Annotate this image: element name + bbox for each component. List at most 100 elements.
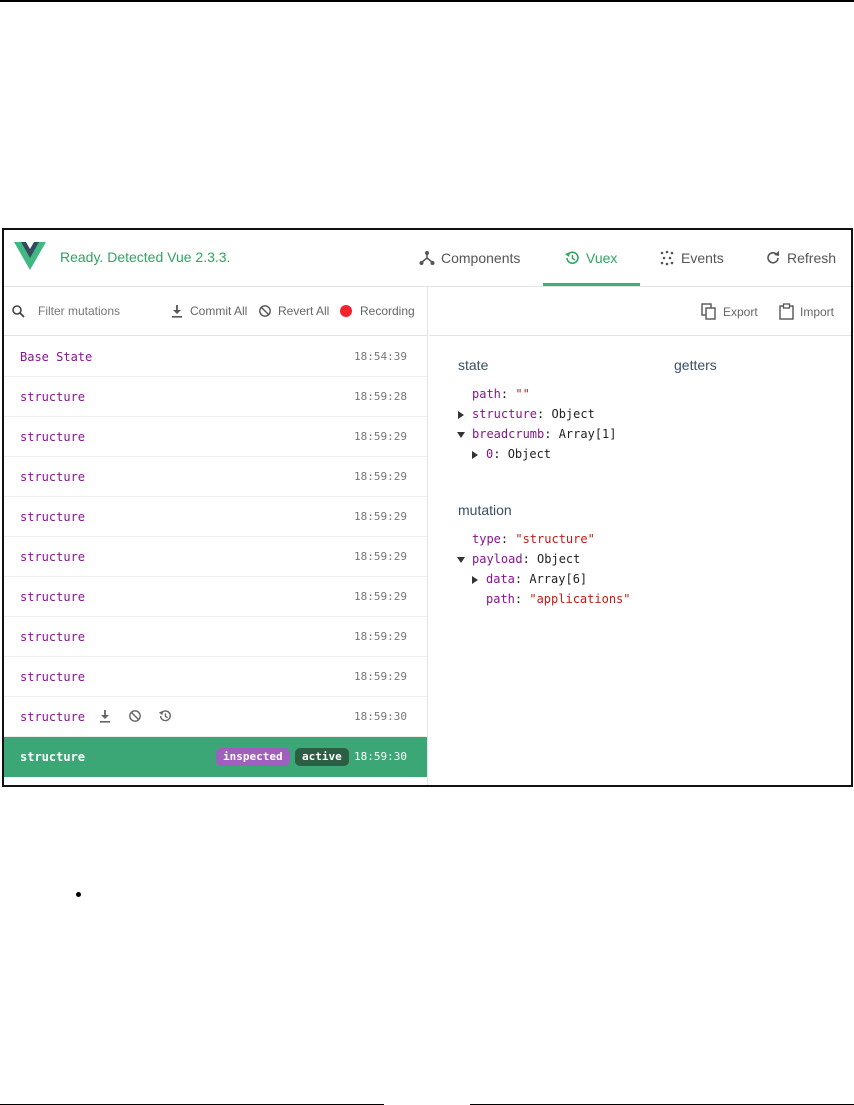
state-structure-entry[interactable]: structure: Object [472, 407, 595, 423]
vue-devtools-panel: Ready. Detected Vue 2.3.3. Components Vu… [2, 228, 853, 787]
import-button[interactable]: Import [779, 303, 834, 320]
active-tab-indicator [543, 283, 640, 286]
mutation-name: structure [20, 390, 86, 404]
bullet-point [76, 892, 81, 897]
export-label: Export [723, 304, 758, 319]
state-breadcrumb-key: breadcrumb [472, 427, 545, 441]
state-structure-key: structure [472, 407, 538, 421]
mutation-row[interactable]: structure 18:59:29 [4, 577, 427, 617]
mutation-name: structure [20, 750, 86, 764]
search-icon [12, 305, 25, 318]
devtools-header: Ready. Detected Vue 2.3.3. Components Vu… [4, 230, 851, 287]
mutation-time: 18:59:30 [354, 750, 407, 763]
inspected-badge: inspected [216, 748, 290, 766]
vue-logo-icon [14, 242, 46, 270]
mutation-type-key: type [472, 532, 501, 546]
mutation-path-entry: path: "applications" [486, 592, 631, 606]
mutation-row-actions [98, 709, 174, 725]
mutation-row[interactable]: structure 18:59:29 [4, 497, 427, 537]
mutation-name: structure [20, 630, 86, 644]
mutation-name: structure [20, 710, 86, 724]
expand-arrow-icon[interactable] [472, 576, 478, 584]
state-breadcrumb-item-entry[interactable]: 0: Object [486, 447, 551, 463]
tab-events-label: Events [681, 250, 724, 266]
tab-components[interactable]: Components [419, 230, 520, 286]
filter-mutations-input[interactable] [38, 302, 162, 320]
mutation-list-pane: Commit All Revert All Recording Base Sta… [4, 287, 428, 785]
mutation-name: structure [20, 510, 86, 524]
time-travel-history-icon[interactable] [158, 709, 174, 725]
mutation-time: 18:59:29 [354, 510, 407, 523]
mutation-name: structure [20, 470, 86, 484]
mutation-row[interactable]: structure 18:59:29 [4, 537, 427, 577]
mutation-time: 18:59:29 [354, 590, 407, 603]
mutation-row-selected[interactable]: structure inspected active 18:59:30 [4, 737, 427, 777]
mutation-name: Base State [20, 350, 93, 364]
tab-vuex[interactable]: Vuex [564, 230, 617, 286]
revert-block-icon[interactable] [128, 709, 144, 725]
expand-arrow-icon[interactable] [458, 411, 464, 419]
export-button[interactable]: Export [701, 303, 758, 320]
clipboard-icon [779, 303, 794, 320]
state-path-key: path [472, 387, 501, 401]
mutation-type-entry: type: "structure" [472, 532, 595, 546]
expand-arrow-icon[interactable] [472, 451, 478, 459]
state-section-title: state [458, 357, 489, 373]
collapse-arrow-icon[interactable] [457, 557, 465, 563]
revert-all-button[interactable]: Revert All [258, 303, 329, 319]
recording-toggle[interactable]: Recording [340, 303, 415, 319]
mutation-section-title: mutation [458, 502, 512, 518]
import-label: Import [800, 304, 835, 319]
mutation-toolbar: Commit All Revert All Recording [4, 287, 427, 336]
mutation-name: structure [20, 430, 86, 444]
mutation-row[interactable]: Base State 18:54:39 [4, 337, 427, 377]
refresh-label: Refresh [787, 250, 837, 266]
mutation-payload-value: Object [537, 552, 581, 566]
state-breadcrumb-entry[interactable]: breadcrumb: Array[1] [472, 427, 617, 443]
mutation-time: 18:59:29 [354, 470, 407, 483]
mutation-row[interactable]: structure 18:59:29 [4, 657, 427, 697]
mutation-payload-entry[interactable]: payload: Object [472, 552, 580, 568]
collapse-arrow-icon[interactable] [457, 432, 465, 438]
active-badge: active [295, 748, 349, 766]
mutation-name: structure [20, 550, 86, 564]
mutation-row[interactable]: structure 18:59:29 [4, 417, 427, 457]
mutation-list: Base State 18:54:39 structure 18:59:28 s… [4, 337, 427, 777]
mutation-path-key: path [486, 592, 515, 606]
recording-label: Recording [360, 304, 415, 318]
mutation-time: 18:59:30 [354, 710, 407, 723]
mutation-path-value: "applications" [529, 592, 631, 606]
block-icon [259, 305, 271, 317]
refresh-button[interactable]: Refresh [765, 230, 836, 286]
state-breadcrumb-value: Array[1] [558, 427, 617, 441]
components-icon [419, 251, 435, 265]
mutation-time: 18:59:28 [354, 390, 407, 403]
mutation-payload-key: payload [472, 552, 523, 566]
copy-icon [701, 303, 716, 320]
mutation-time: 18:59:29 [354, 550, 407, 563]
tab-events[interactable]: Events [659, 230, 724, 286]
commit-download-icon[interactable] [98, 709, 114, 725]
getters-section-title: getters [674, 357, 717, 373]
mutation-time: 18:59:29 [354, 430, 407, 443]
tab-vuex-label: Vuex [586, 250, 618, 266]
mutation-time: 18:54:39 [354, 350, 407, 363]
state-path-entry: path: "" [472, 387, 530, 401]
mutation-data-value: Array[6] [529, 572, 588, 586]
mutation-time: 18:59:29 [354, 670, 407, 683]
commit-all-button[interactable]: Commit All [170, 303, 247, 319]
state-path-value: "" [515, 387, 530, 401]
events-icon [660, 250, 674, 266]
mutation-time: 18:59:29 [354, 630, 407, 643]
state-breadcrumb-item-value: Object [507, 447, 552, 461]
inspector-toolbar: Export Import [429, 287, 851, 336]
mutation-row[interactable]: structure 18:59:28 [4, 377, 427, 417]
mutation-data-entry[interactable]: data: Array[6] [486, 572, 587, 588]
ready-status: Ready. Detected Vue 2.3.3. [60, 249, 231, 265]
page-top-rule [0, 0, 854, 2]
recording-dot-icon [340, 305, 352, 317]
mutation-row[interactable]: structure 18:59:29 [4, 457, 427, 497]
mutation-row-hovered[interactable]: structure 18:59:30 [4, 697, 427, 737]
state-inspector-pane: Export Import state getters path: "" str… [429, 287, 851, 785]
mutation-row[interactable]: structure 18:59:29 [4, 617, 427, 657]
